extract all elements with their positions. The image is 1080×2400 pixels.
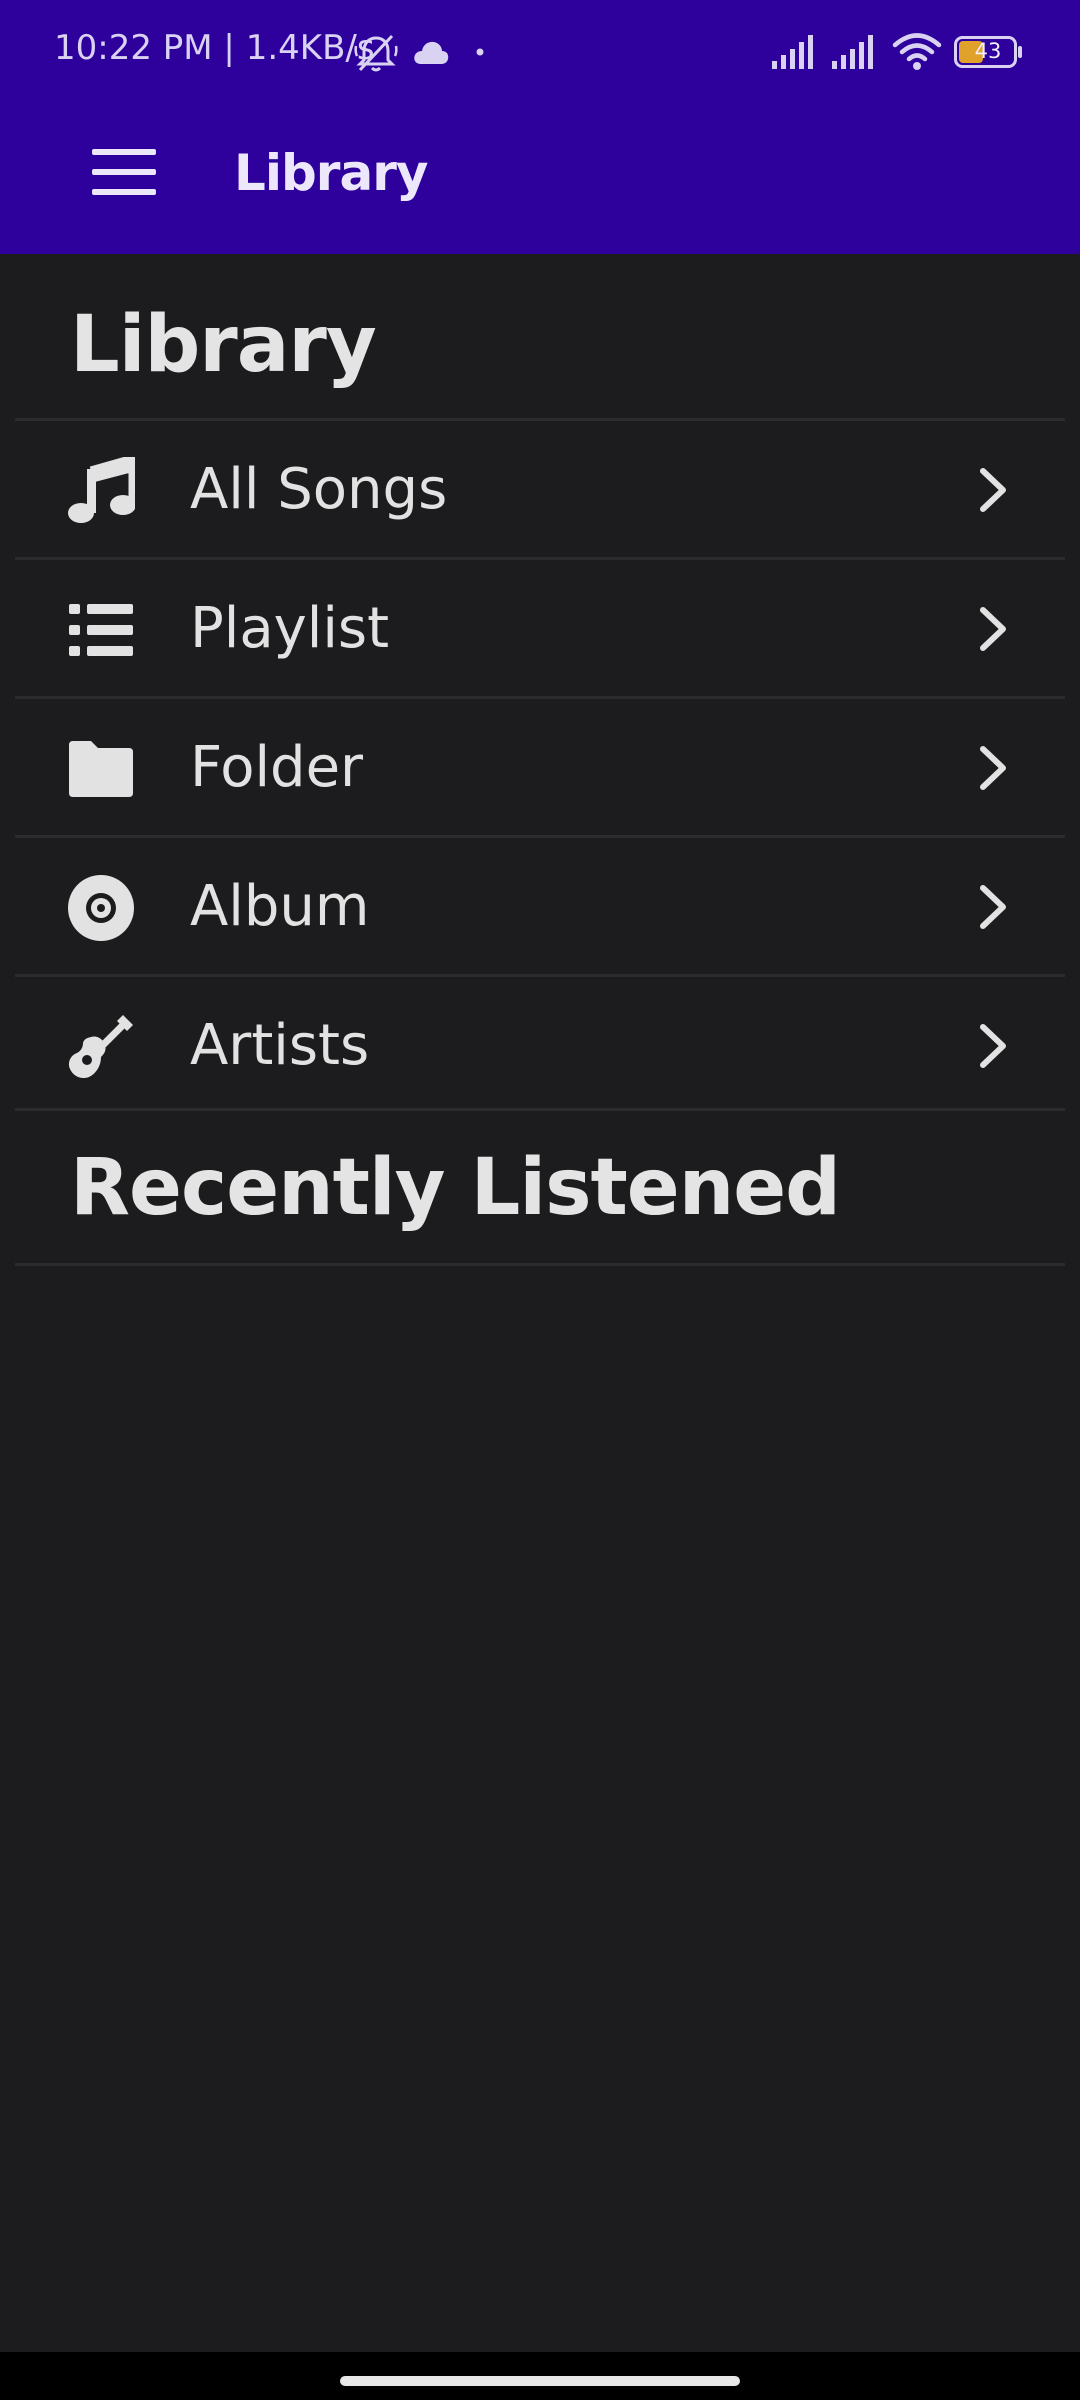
- wifi-icon: [892, 33, 942, 70]
- list-item-label: All Songs: [190, 457, 448, 522]
- chevron-right-icon: [980, 885, 1006, 929]
- list-icon: [69, 604, 133, 656]
- list-item-playlist[interactable]: Playlist: [15, 560, 1065, 696]
- list-item-label: Album: [190, 874, 370, 939]
- cloud-icon: [414, 41, 449, 64]
- signal-icon: [832, 35, 873, 69]
- library-heading: Library: [70, 300, 377, 390]
- chevron-right-icon: [980, 468, 1006, 512]
- chevron-right-icon: [980, 1024, 1006, 1068]
- divider: [15, 1263, 1065, 1266]
- chevron-right-icon: [980, 607, 1006, 651]
- music-note-icon: [68, 457, 135, 523]
- toolbar: Library: [0, 104, 1080, 254]
- library-screen: 10:22 PM | 1.4KB/s 43 Library Library Al…: [0, 0, 1080, 2400]
- disc-icon: [68, 875, 134, 941]
- toolbar-title: Library: [234, 144, 428, 202]
- list-item-all-songs[interactable]: All Songs: [15, 421, 1065, 557]
- guitar-icon: [68, 1015, 133, 1079]
- status-time: 10:22 PM | 1.4KB/s: [54, 28, 375, 68]
- system-nav-bar: [0, 2352, 1080, 2400]
- battery-icon: 43: [954, 36, 1024, 68]
- list-item-label: Folder: [190, 735, 364, 800]
- folder-icon: [69, 741, 133, 797]
- chevron-right-icon: [980, 746, 1006, 790]
- mute-bell-icon: [354, 34, 398, 72]
- dot-icon: [476, 48, 484, 56]
- status-bar: 10:22 PM | 1.4KB/s 43: [0, 0, 1080, 104]
- recently-listened-heading: Recently Listened: [70, 1143, 841, 1233]
- hamburger-menu-icon[interactable]: [92, 149, 156, 205]
- home-indicator[interactable]: [340, 2376, 740, 2386]
- list-item-folder[interactable]: Folder: [15, 699, 1065, 835]
- signal-icon: [772, 35, 813, 69]
- list-item-artists[interactable]: Artists: [15, 977, 1065, 1113]
- battery-level: 43: [974, 39, 1002, 63]
- list-item-label: Artists: [190, 1013, 370, 1078]
- app-header: 10:22 PM | 1.4KB/s 43 Library: [0, 0, 1080, 254]
- list-item-label: Playlist: [190, 596, 390, 661]
- list-item-album[interactable]: Album: [15, 838, 1065, 974]
- divider: [15, 1108, 1065, 1111]
